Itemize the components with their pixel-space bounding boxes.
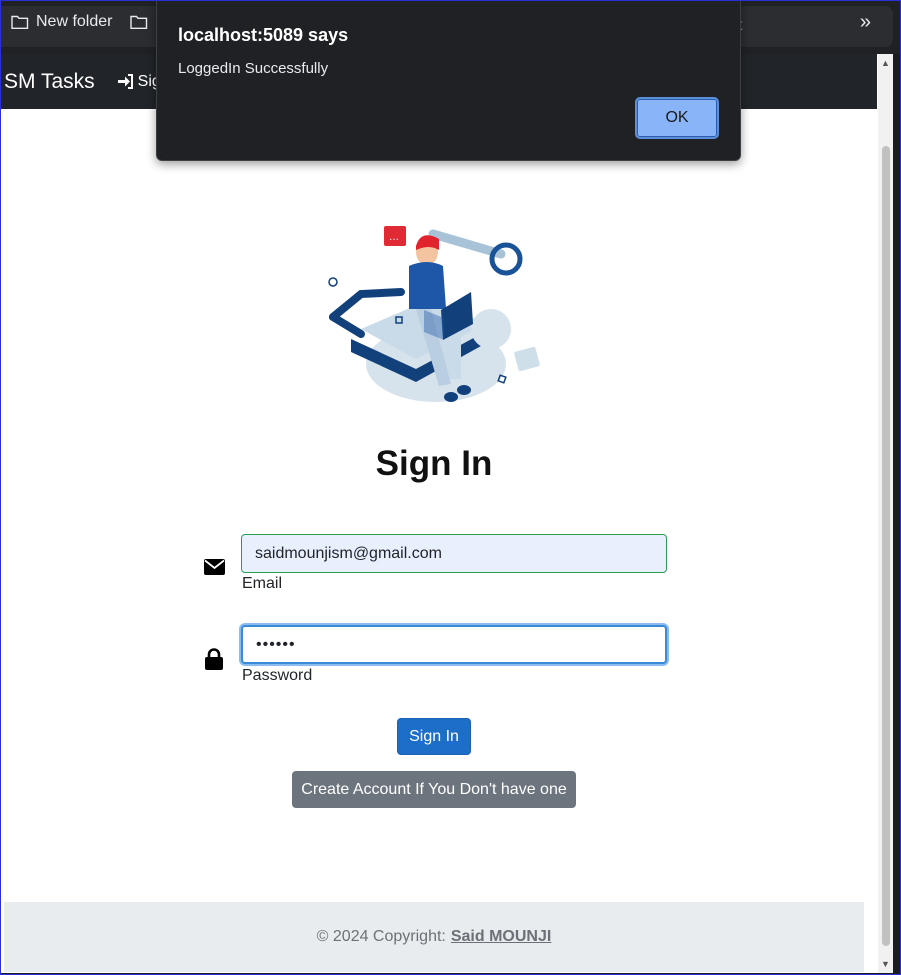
footer-author-link[interactable]: Said MOUNJI	[451, 928, 551, 946]
sign-in-button[interactable]: Sign In	[397, 718, 471, 755]
email-input[interactable]: saidmounjism@gmail.com	[241, 534, 667, 573]
dialog-title: localhost:5089 says	[178, 25, 349, 45]
sign-in-icon	[117, 74, 133, 89]
bookmark-folder[interactable]	[130, 12, 148, 32]
password-label: Password	[242, 667, 313, 684]
scrollbar-thumb[interactable]	[882, 146, 890, 946]
login-illustration: …	[328, 226, 540, 402]
alert-dialog: localhost:5089 says LoggedIn Successfull…	[156, 0, 741, 161]
dialog-message: LoggedIn Successfully	[178, 60, 329, 77]
page-viewport: SM Tasks Sign ▲ ▼ … Sign In saidmounjism…	[1, 54, 893, 973]
lock-icon	[205, 648, 223, 670]
page-scrollbar[interactable]: ▲ ▼	[878, 54, 893, 973]
email-label: Email	[242, 575, 283, 592]
navbar-brand[interactable]: SM Tasks	[4, 70, 95, 94]
page-title: Sign In	[375, 444, 493, 483]
scroll-up-arrow-icon[interactable]: ▲	[881, 58, 890, 68]
envelope-icon	[204, 559, 225, 575]
scroll-down-arrow-icon[interactable]: ▼	[881, 959, 890, 969]
bookmark-new-folder[interactable]: New folder	[11, 12, 112, 32]
create-account-button[interactable]: Create Account If You Don't have one	[292, 771, 576, 808]
chevron-double-right-icon[interactable]: »	[860, 11, 871, 34]
folder-icon	[11, 15, 29, 29]
svg-text:…: …	[389, 232, 399, 243]
folder-icon	[130, 15, 148, 29]
dialog-ok-button[interactable]: OK	[635, 97, 719, 139]
password-input[interactable]: ••••••	[241, 625, 667, 664]
bookmark-label: New folder	[36, 13, 113, 30]
footer-copyright: © 2024 Copyright:	[316, 928, 446, 945]
page-footer: © 2024 Copyright: Said MOUNJI	[4, 902, 864, 972]
